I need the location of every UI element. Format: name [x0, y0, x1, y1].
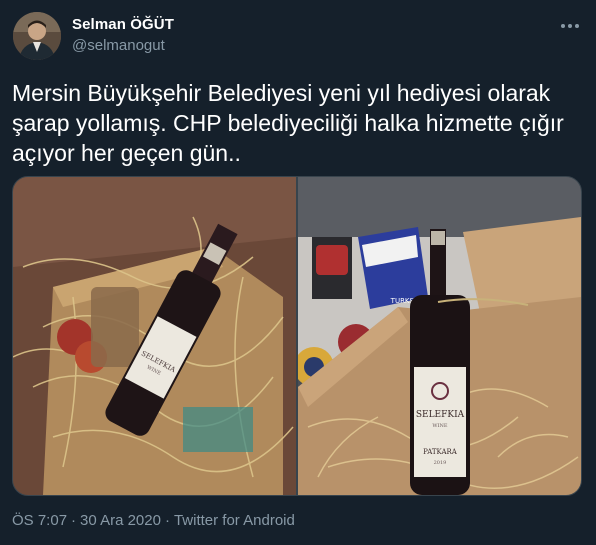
- tweet-source[interactable]: Twitter for Android: [174, 512, 295, 529]
- tweet-card: Selman ÖĞÜT @selmanogut Mersin Büyükşehi…: [0, 0, 596, 545]
- tweet-text-line: şarap yollamış. CHP belediyeciliği halka…: [12, 110, 564, 136]
- bottle-label-year: 2019: [434, 460, 447, 466]
- author-handle[interactable]: @selmanogut: [72, 37, 165, 54]
- tweet-media: SELEFKIA WINE TURKSERI SELEFKIA WINE PAT…: [12, 176, 582, 496]
- tweet-text-line: açıyor her geçen gün..: [12, 140, 241, 166]
- tweet-date[interactable]: 30 Ara 2020: [80, 512, 161, 529]
- avatar-image: [13, 12, 61, 60]
- meta-separator: ·: [164, 512, 170, 529]
- bottle-label-brand: SELEFKIA: [416, 410, 465, 420]
- media-photo-left[interactable]: SELEFKIA WINE: [13, 177, 296, 495]
- wine-box-photo: SELEFKIA WINE: [13, 177, 296, 495]
- tweet-time[interactable]: ÖS 7:07: [12, 512, 67, 529]
- tweet-text: Mersin Büyükşehir Belediyesi yeni yıl he…: [12, 78, 584, 168]
- wine-desk-photo: TURKSERI SELEFKIA WINE PATKARA 2019: [298, 177, 581, 495]
- tweet-meta: ÖS 7:07 · 30 Ara 2020 · Twitter for Android: [12, 512, 295, 529]
- media-photo-right[interactable]: TURKSERI SELEFKIA WINE PATKARA 2019: [298, 177, 581, 495]
- author-name[interactable]: Selman ÖĞÜT: [72, 16, 174, 33]
- avatar[interactable]: [13, 12, 61, 60]
- tweet-text-line: Mersin Büyükşehir Belediyesi yeni yıl he…: [12, 80, 551, 106]
- more-options-icon[interactable]: [558, 16, 582, 36]
- bottle-label-variety: PATKARA: [423, 448, 458, 456]
- bottle-label-sub: WINE: [432, 423, 447, 429]
- meta-separator: ·: [71, 512, 77, 529]
